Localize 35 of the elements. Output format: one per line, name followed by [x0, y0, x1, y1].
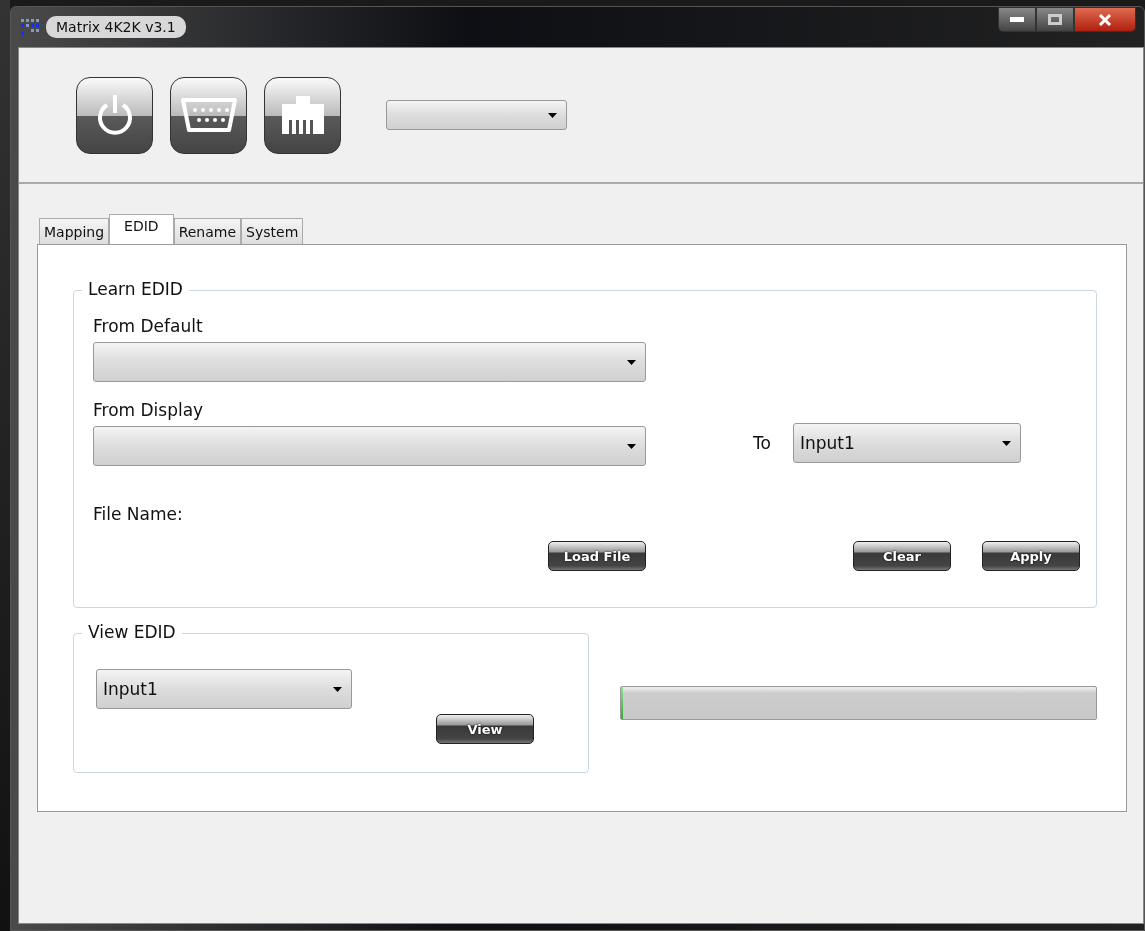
app-icon [20, 18, 40, 36]
minimize-icon [1010, 17, 1024, 22]
caret-icon [627, 360, 636, 365]
maximize-icon [1048, 14, 1062, 25]
tab[interactable]: Mapping [39, 218, 110, 244]
from-default-dropdown[interactable] [93, 342, 646, 382]
from-display-dropdown[interactable] [93, 426, 646, 466]
close-icon [1098, 13, 1112, 26]
file-name-label: File Name: [93, 504, 184, 524]
caret-icon [627, 444, 636, 449]
caret-icon [548, 113, 557, 118]
tab[interactable]: System [241, 218, 304, 244]
from-default-label: From Default [93, 316, 204, 336]
from-display-label: From Display [93, 400, 205, 420]
tab[interactable]: Rename [173, 218, 242, 244]
input-dropdown[interactable]: Input1 [96, 669, 352, 709]
network-port-button[interactable] [264, 76, 341, 154]
network-port-icon [279, 96, 326, 134]
serial-port-button[interactable] [170, 76, 247, 154]
apply-button[interactable]: Apply [982, 541, 1080, 571]
clear-button[interactable]: Clear [853, 541, 951, 571]
caret-icon [333, 687, 342, 692]
minimize-button[interactable] [998, 7, 1036, 32]
power-button[interactable] [76, 76, 153, 154]
window-title: Matrix 4K2K v3.1 [46, 16, 186, 38]
to-dropdown[interactable]: Input1 [792, 423, 1021, 463]
view-button[interactable]: View [436, 714, 534, 744]
serial-port-icon [178, 96, 239, 134]
close-button[interactable] [1074, 7, 1136, 32]
to-label: To [753, 433, 771, 453]
device-dropdown[interactable] [386, 100, 567, 130]
load-file-button[interactable]: Load File [548, 541, 646, 571]
maximize-button[interactable] [1036, 7, 1074, 32]
caret-icon [1001, 441, 1011, 446]
tab[interactable]: EDID [109, 214, 174, 244]
